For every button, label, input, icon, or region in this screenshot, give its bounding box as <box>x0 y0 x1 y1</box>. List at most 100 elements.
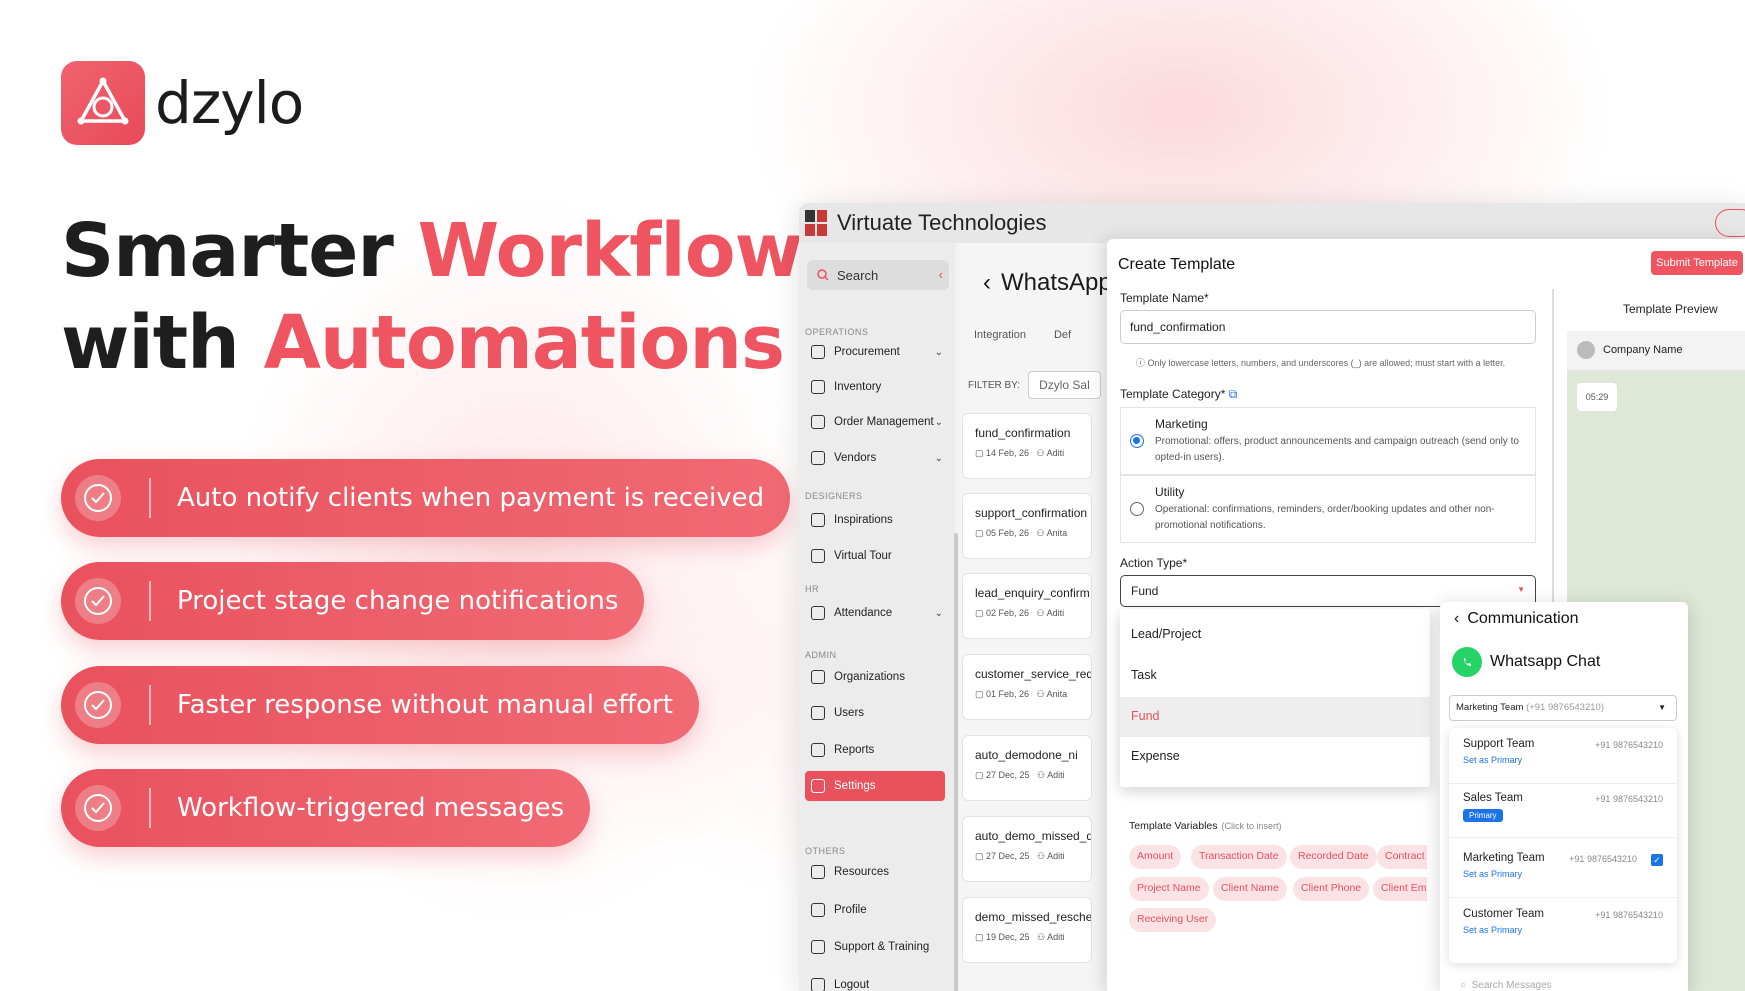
pill-divider <box>149 788 151 828</box>
submit-template-button[interactable]: Submit Template <box>1651 251 1743 275</box>
template-card[interactable]: demo_missed_resched ▢ 19 Dec, 25 ⚇ Aditi <box>962 897 1092 963</box>
sidebar-item-settings[interactable]: Settings <box>805 771 945 801</box>
variable-chip[interactable]: Recorded Date <box>1290 845 1377 869</box>
search-placeholder: Search <box>837 267 879 283</box>
report-icon <box>811 743 825 757</box>
feature-pill: Workflow-triggered messages <box>61 769 591 847</box>
template-card[interactable]: auto_demo_missed_d ▢ 27 Dec, 25 ⚇ Aditi <box>962 816 1092 882</box>
channel-header: Whatsapp Chat <box>1452 647 1600 677</box>
page-title-text: WhatsApp <box>1001 269 1112 296</box>
variable-chip[interactable]: Project Name <box>1129 877 1209 901</box>
sidebar-item-procurement[interactable]: Procurement ⌄ <box>811 339 949 365</box>
variable-chip[interactable]: Client Phone <box>1293 877 1370 901</box>
dropdown-arrow-icon: ▼ <box>1517 585 1525 594</box>
filter-label: FILTER BY: <box>968 379 1021 391</box>
team-phone: +91 9876543210 <box>1595 794 1663 804</box>
vendor-icon <box>811 451 825 465</box>
sidebar-item-logout[interactable]: Logout <box>811 972 949 991</box>
sidebar-item-label: Attendance <box>834 607 893 619</box>
sidebar-item-support[interactable]: Support & Training <box>811 934 949 960</box>
sidebar-item-reports[interactable]: Reports <box>811 737 949 763</box>
team-item[interactable]: Support Team +91 9876543210 Set as Prima… <box>1449 728 1677 784</box>
sidebar-item-order-management[interactable]: Order Management ⌄ <box>811 409 949 435</box>
template-card[interactable]: customer_service_req ▢ 01 Feb, 26 ⚇ Anita <box>962 654 1092 720</box>
variable-chip[interactable]: Transaction Date <box>1191 845 1287 869</box>
template-variables-label: Template Variables (Click to insert) <box>1129 820 1282 832</box>
sidebar-item-inspirations[interactable]: Inspirations <box>811 507 949 533</box>
search-messages-input[interactable]: ○ Search Messages <box>1460 980 1552 991</box>
variable-chip[interactable]: Contract N <box>1377 845 1427 869</box>
sidebar-scrollbar[interactable] <box>954 533 958 991</box>
headline: Smarter Workflow with Automations <box>61 205 803 389</box>
sidebar: Search ‹ OPERATIONS Procurement ⌄ Invento… <box>799 243 958 991</box>
variable-chip[interactable]: Client Name <box>1213 877 1287 901</box>
headset-icon <box>811 940 825 954</box>
sidebar-item-resources[interactable]: Resources <box>811 859 949 885</box>
header-action-button[interactable] <box>1715 209 1745 237</box>
sidebar-item-label: Inspirations <box>834 514 893 526</box>
sidebar-item-label: Order Management <box>834 416 934 428</box>
sidebar-item-label: Logout <box>834 979 870 991</box>
check-icon <box>75 578 121 624</box>
template-card[interactable]: fund_confirmation ▢ 14 Feb, 26 ⚇ Aditi <box>962 413 1092 479</box>
section-label: ADMIN <box>805 650 837 660</box>
section-label: DESIGNERS <box>805 491 863 501</box>
tab-integration[interactable]: Integration <box>974 329 1026 341</box>
sidebar-item-label: Settings <box>834 780 876 792</box>
team-item[interactable]: Customer Team +91 9876543210 Set as Prim… <box>1449 898 1677 954</box>
gear-icon <box>811 779 825 793</box>
feature-text: Faster response without manual effort <box>177 690 673 720</box>
variables-area: Template Variables (Click to insert) Amou… <box>1107 239 1427 991</box>
sidebar-item-inventory[interactable]: Inventory <box>811 374 949 400</box>
sidebar-item-organizations[interactable]: Organizations <box>811 664 949 690</box>
chevron-down-icon: ⌄ <box>934 346 943 358</box>
sidebar-search[interactable]: Search ‹ <box>807 260 949 290</box>
headline-line2-accent: Automations <box>263 300 786 386</box>
set-primary-link[interactable]: Set as Primary <box>1463 755 1677 765</box>
sidebar-item-label: Vendors <box>834 452 877 464</box>
company-logo-icon <box>805 210 827 236</box>
template-meta: ▢ 27 Dec, 25 ⚇ Aditi <box>975 851 1065 861</box>
template-card[interactable]: auto_demodone_ni ▢ 27 Dec, 25 ⚇ Aditi <box>962 735 1092 801</box>
variable-chip[interactable]: Client Emai <box>1373 877 1427 901</box>
collapse-icon[interactable]: ‹ <box>939 267 943 282</box>
section-label: OTHERS <box>805 846 846 856</box>
check-icon <box>75 475 121 521</box>
set-primary-link[interactable]: Set as Primary <box>1463 925 1677 935</box>
feature-text: Workflow-triggered messages <box>177 793 565 823</box>
sidebar-item-label: Reports <box>834 744 875 756</box>
variable-chip[interactable]: Receiving User <box>1129 908 1217 932</box>
checkbox-checked[interactable]: ✓ <box>1651 854 1663 866</box>
page-title: ‹ WhatsApp <box>983 269 1112 297</box>
template-card[interactable]: support_confirmation ▢ 05 Feb, 26 ⚇ Anita <box>962 493 1092 559</box>
chevron-down-icon: ⌄ <box>934 416 943 428</box>
template-card[interactable]: lead_enquiry_confirm ▢ 02 Feb, 26 ⚇ Aditi <box>962 573 1092 639</box>
page-tabs: Integration Def <box>974 329 1099 341</box>
back-icon[interactable]: ‹ <box>1454 610 1459 628</box>
set-primary-link[interactable]: Set as Primary <box>1463 869 1677 879</box>
sidebar-item-users[interactable]: Users <box>811 700 949 726</box>
team-select[interactable]: Marketing Team (+91 9876543210) ▼ <box>1449 695 1677 721</box>
sidebar-item-profile[interactable]: Profile <box>811 897 949 923</box>
pill-divider <box>149 478 151 518</box>
sidebar-item-vendors[interactable]: Vendors ⌄ <box>811 445 949 471</box>
headline-line1-accent: Workflow <box>417 208 803 294</box>
template-name: lead_enquiry_confirm <box>975 586 1090 600</box>
filter-select[interactable]: Dzylo Sal <box>1028 371 1101 399</box>
team-item[interactable]: Sales Team +91 9876543210 Primary <box>1449 782 1677 838</box>
whatsapp-page: ‹ WhatsApp Integration Def FILTER BY: Dzyl… <box>959 243 1112 991</box>
variable-chip[interactable]: Amount <box>1129 845 1182 869</box>
org-icon <box>811 670 825 684</box>
sidebar-item-attendance[interactable]: Attendance ⌄ <box>811 600 949 626</box>
sidebar-item-virtual-tour[interactable]: Virtual Tour <box>811 543 949 569</box>
team-list: Support Team +91 9876543210 Set as Prima… <box>1449 728 1677 963</box>
team-phone: +91 9876543210 <box>1595 910 1663 920</box>
tab-default[interactable]: Def <box>1054 329 1071 341</box>
back-icon[interactable]: ‹ <box>983 269 991 297</box>
team-item[interactable]: Marketing Team +91 9876543210 ✓ Set as P… <box>1449 842 1677 898</box>
company-name: Virtuate Technologies <box>837 210 1047 235</box>
preview-company: Company Name <box>1603 344 1683 356</box>
vr-icon <box>811 549 825 563</box>
message-bubble: 05:29 <box>1577 383 1617 411</box>
feature-text: Project stage change notifications <box>177 586 619 616</box>
